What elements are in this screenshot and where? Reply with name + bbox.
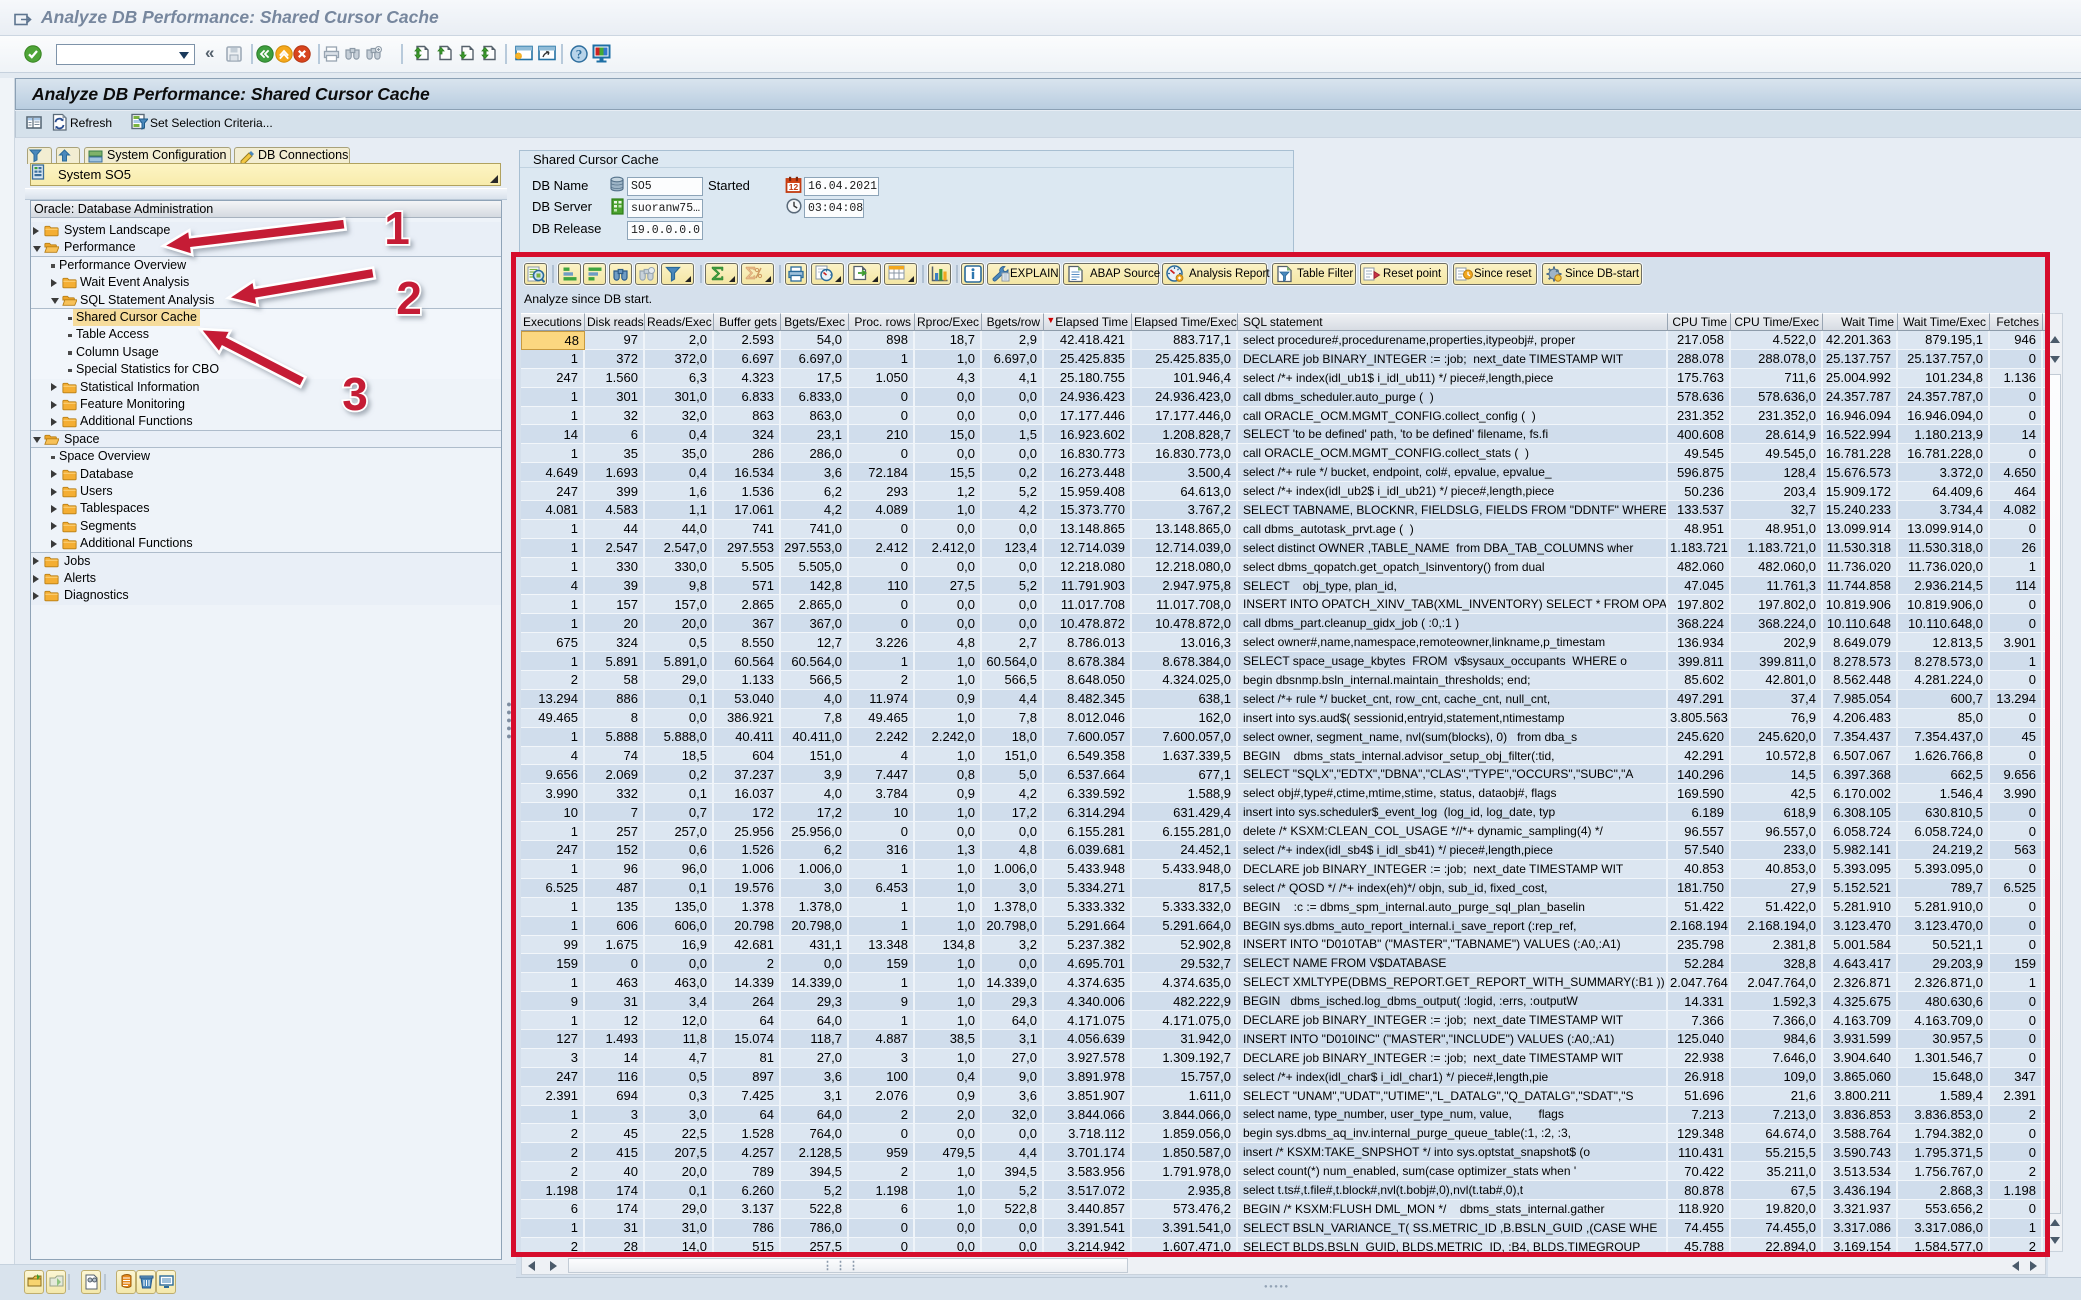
svg-text:?: ? bbox=[576, 47, 583, 62]
svg-text:12: 12 bbox=[789, 182, 799, 192]
